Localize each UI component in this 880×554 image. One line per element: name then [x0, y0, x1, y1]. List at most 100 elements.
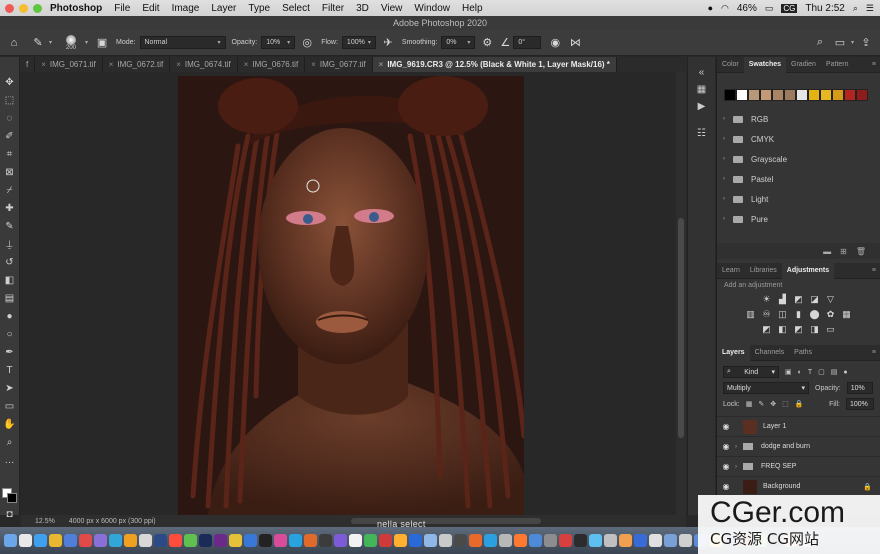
panel-menu-icon[interactable]: ≡ [872, 61, 876, 68]
flow-input[interactable]: 100% ▾ [341, 36, 376, 49]
dock-app-icon[interactable] [529, 534, 542, 547]
clone-stamp-tool-icon[interactable]: ⍊ [3, 235, 17, 253]
rectangle-tool-icon[interactable]: ▭ [3, 397, 17, 415]
symmetry-butterfly-icon[interactable]: ⋈ [567, 35, 583, 51]
pressure-size-icon[interactable]: ◉ [547, 35, 563, 51]
layer-row-dodge-and-burn[interactable]: ◉ › dodge and burn [717, 436, 880, 456]
quick-selection-tool-icon[interactable]: ✐ [3, 127, 17, 145]
tab-document-active[interactable]: × IMG_9619.CR3 @ 12.5% (Black & White 1, … [372, 57, 617, 72]
tab-gradients[interactable]: Gradien [786, 57, 821, 73]
layer-row-freq-sep[interactable]: ◉ › FREQ SEP [717, 456, 880, 476]
menu-image[interactable]: Image [172, 3, 200, 14]
color-lookup-icon[interactable]: ▦ [842, 309, 852, 319]
chevron-right-icon[interactable]: › [735, 464, 743, 470]
color-swatch[interactable] [772, 89, 784, 101]
filter-toggle-icon[interactable]: ● [843, 369, 847, 376]
filter-shape-icon[interactable]: ▢ [818, 368, 825, 376]
collapse-arrows-icon[interactable]: « [699, 67, 705, 78]
dock-app-icon[interactable] [664, 534, 677, 547]
dock-app-icon[interactable] [589, 534, 602, 547]
color-swatch[interactable] [760, 89, 772, 101]
posterize-icon[interactable]: ◧ [778, 324, 788, 334]
dock-app-icon[interactable] [49, 534, 62, 547]
hand-tool-icon[interactable]: ✋ [3, 415, 17, 433]
dodge-tool-icon[interactable]: ○ [3, 325, 17, 343]
color-swatch[interactable] [724, 89, 736, 101]
brush-tool-icon[interactable]: ✎ [3, 217, 17, 235]
filter-pixel-icon[interactable]: ▣ [785, 368, 792, 376]
dock-app-icon[interactable] [574, 534, 587, 547]
color-swatch[interactable] [784, 89, 796, 101]
blur-tool-icon[interactable]: ● [3, 307, 17, 325]
chevron-down-icon[interactable]: ▾ [851, 39, 854, 46]
photo-filter-icon[interactable]: ⬤ [810, 309, 820, 319]
mode-select[interactable]: Normal ▾ [139, 36, 226, 49]
swatch-group-row[interactable]: › RGB [717, 109, 880, 129]
hue-saturation-icon[interactable]: ♾ [762, 309, 772, 319]
tab-learn[interactable]: Learn [717, 263, 745, 279]
layer-opacity-input[interactable]: 10% [846, 382, 873, 394]
notification-center-icon[interactable]: ☰ [866, 3, 874, 14]
dock-app-icon[interactable] [544, 534, 557, 547]
path-selection-tool-icon[interactable]: ➤ [3, 379, 17, 397]
eyedropper-tool-icon[interactable]: ⌿ [3, 181, 17, 199]
color-swatch[interactable] [748, 89, 760, 101]
tab-swatches[interactable]: Swatches [743, 56, 787, 73]
swatch-group-row[interactable]: › Pure [717, 209, 880, 229]
dock-app-icon[interactable] [109, 534, 122, 547]
airbrush-icon[interactable]: ✈ [380, 35, 396, 51]
color-balance-icon[interactable]: ◫ [778, 309, 788, 319]
battery-percent[interactable]: 46% [737, 3, 757, 14]
smoothing-input[interactable]: 0% ▾ [441, 36, 476, 49]
dock-app-icon[interactable] [289, 534, 302, 547]
close-icon[interactable]: × [311, 60, 316, 69]
tab-adjustments[interactable]: Adjustments [781, 262, 835, 279]
dock-app-icon[interactable] [484, 534, 497, 547]
dock-app-icon[interactable] [4, 534, 17, 547]
dock-app-icon[interactable] [409, 534, 422, 547]
close-icon[interactable]: × [176, 60, 181, 69]
color-swatch[interactable] [796, 89, 808, 101]
dock-app-icon[interactable] [214, 534, 227, 547]
dock-app-icon[interactable] [634, 534, 647, 547]
close-icon[interactable]: × [41, 60, 46, 69]
tab-color[interactable]: Color [717, 57, 744, 73]
close-window-button[interactable] [5, 3, 14, 13]
dock-app-icon[interactable] [169, 534, 182, 547]
dock-app-icon[interactable] [259, 534, 272, 547]
lasso-tool-icon[interactable]: ◌ [3, 109, 17, 127]
menu-type[interactable]: Type [248, 3, 270, 14]
lock-transparent-icon[interactable]: ▦ [746, 400, 753, 408]
new-swatch-icon[interactable]: ⊞ [840, 247, 847, 256]
chevron-right-icon[interactable]: › [723, 196, 733, 202]
play-actions-icon[interactable]: ▶ [698, 101, 706, 112]
dock-app-icon[interactable] [229, 534, 242, 547]
dock-app-icon[interactable] [154, 534, 167, 547]
exposure-icon[interactable]: ◪ [810, 294, 820, 304]
dock-app-icon[interactable] [619, 534, 632, 547]
dock-app-icon[interactable] [184, 534, 197, 547]
dock-app-icon[interactable] [139, 534, 152, 547]
quick-mask-icon[interactable]: ◘ [3, 505, 17, 523]
document-canvas[interactable] [21, 72, 676, 515]
zoom-window-button[interactable] [33, 3, 42, 13]
swatch-group-row[interactable]: › CMYK [717, 129, 880, 149]
layer-row-layer-1[interactable]: ◉ Layer 1 [717, 416, 880, 436]
tab-layers[interactable]: Layers [717, 344, 750, 361]
wifi-icon[interactable]: ◠ [721, 3, 729, 14]
menubar-extra-icon[interactable]: ● [708, 3, 713, 13]
tab-document[interactable]: × IMG_0672.tif [103, 57, 171, 72]
menu-filter[interactable]: Filter [322, 3, 344, 14]
brush-settings-icon[interactable]: ▣ [94, 35, 110, 51]
close-icon[interactable]: × [109, 60, 114, 69]
chevron-down-icon[interactable]: ▾ [49, 39, 52, 46]
lock-position-icon[interactable]: ✥ [770, 400, 776, 408]
color-swatch[interactable] [844, 89, 856, 101]
vibrance-icon[interactable]: ▥ [746, 309, 756, 319]
dock-app-icon[interactable] [469, 534, 482, 547]
tab-document[interactable]: × IMG_0677.tif [305, 57, 373, 72]
tab-paths[interactable]: Paths [789, 345, 817, 361]
home-icon[interactable]: ⌂ [6, 35, 22, 51]
background-color-swatch[interactable] [7, 493, 17, 503]
pressure-opacity-icon[interactable]: ◎ [299, 35, 315, 51]
